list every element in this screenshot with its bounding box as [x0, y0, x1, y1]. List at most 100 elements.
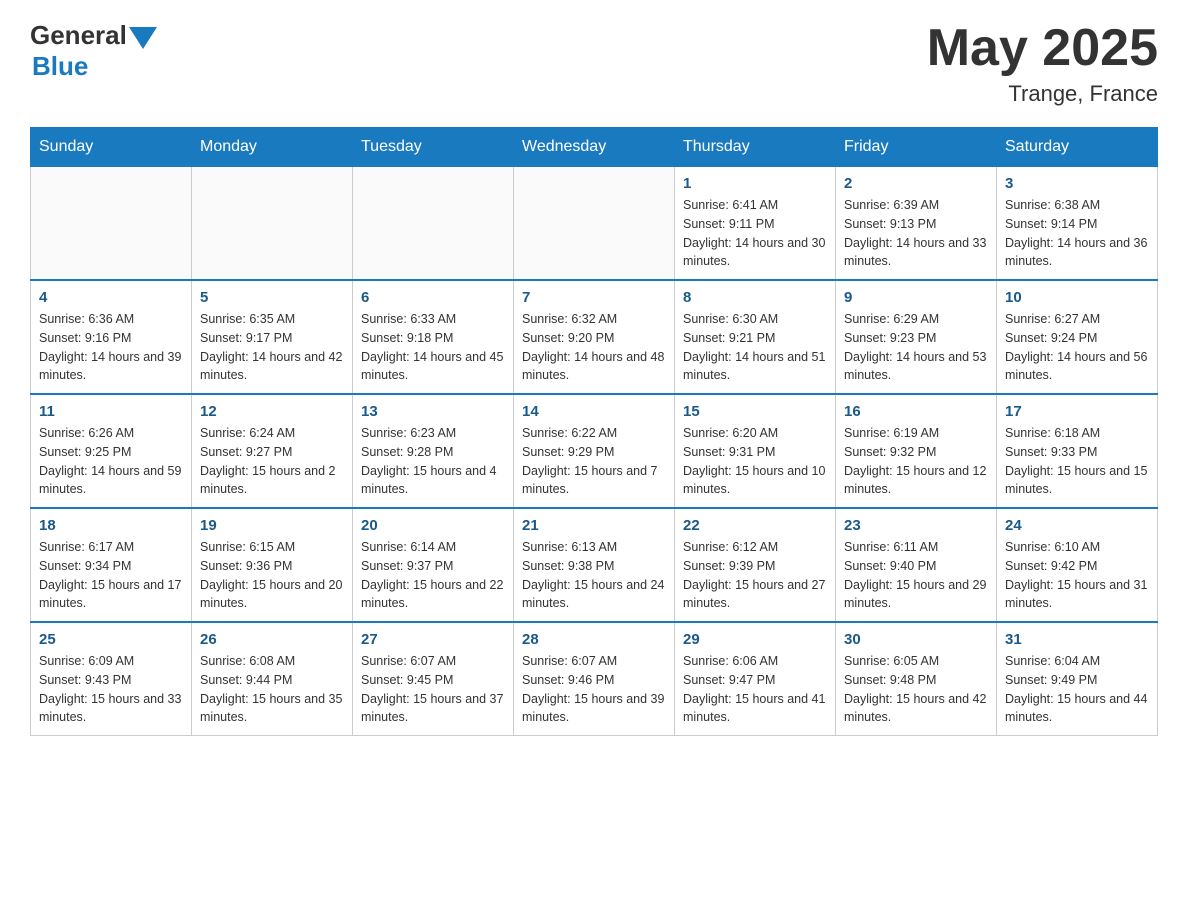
day-info: Sunrise: 6:41 AM Sunset: 9:11 PM Dayligh… — [683, 196, 827, 271]
day-info: Sunrise: 6:24 AM Sunset: 9:27 PM Dayligh… — [200, 424, 344, 499]
calendar-cell: 10 Sunrise: 6:27 AM Sunset: 9:24 PM Dayli… — [997, 280, 1158, 394]
calendar-cell: 27Sunrise: 6:07 AM Sunset: 9:45 PM Dayli… — [353, 622, 514, 736]
calendar-cell: 7 Sunrise: 6:32 AM Sunset: 9:20 PM Daylig… — [514, 280, 675, 394]
day-number: 9 — [844, 289, 988, 306]
day-info: Sunrise: 6:33 AM Sunset: 9:18 PM Dayligh… — [361, 310, 505, 385]
day-info: Sunrise: 6:04 AM Sunset: 9:49 PM Dayligh… — [1005, 652, 1149, 727]
month-year-title: May 2025 — [927, 20, 1158, 77]
title-section: May 2025 Trange, France — [927, 20, 1158, 107]
day-info: Sunrise: 6:17 AM Sunset: 9:34 PM Dayligh… — [39, 538, 183, 613]
day-info: Sunrise: 6:18 AM Sunset: 9:33 PM Dayligh… — [1005, 424, 1149, 499]
day-info: Sunrise: 6:39 AM Sunset: 9:13 PM Dayligh… — [844, 196, 988, 271]
calendar-cell: 22 Sunrise: 6:12 AM Sunset: 9:39 PM Dayli… — [675, 508, 836, 622]
calendar-cell — [192, 167, 353, 281]
day-info: Sunrise: 6:26 AM Sunset: 9:25 PM Dayligh… — [39, 424, 183, 499]
day-info: Sunrise: 6:35 AM Sunset: 9:17 PM Dayligh… — [200, 310, 344, 385]
day-info: Sunrise: 6:13 AM Sunset: 9:38 PM Dayligh… — [522, 538, 666, 613]
calendar-cell: 20 Sunrise: 6:14 AM Sunset: 9:37 PM Dayli… — [353, 508, 514, 622]
day-number: 8 — [683, 289, 827, 306]
day-number: 22 — [683, 517, 827, 534]
logo-triangle-icon — [129, 27, 157, 49]
day-number: 24 — [1005, 517, 1149, 534]
calendar-cell: 11 Sunrise: 6:26 AM Sunset: 9:25 PM Dayli… — [31, 394, 192, 508]
day-number: 29 — [683, 631, 827, 648]
calendar-header-row: SundayMondayTuesdayWednesdayThursdayFrid… — [31, 128, 1158, 167]
day-number: 7 — [522, 289, 666, 306]
calendar-cell: 23Sunrise: 6:11 AM Sunset: 9:40 PM Dayli… — [836, 508, 997, 622]
calendar-cell: 9 Sunrise: 6:29 AM Sunset: 9:23 PM Daylig… — [836, 280, 997, 394]
calendar-cell: 16 Sunrise: 6:19 AM Sunset: 9:32 PM Dayli… — [836, 394, 997, 508]
calendar-cell: 29 Sunrise: 6:06 AM Sunset: 9:47 PM Dayli… — [675, 622, 836, 736]
day-info: Sunrise: 6:23 AM Sunset: 9:28 PM Dayligh… — [361, 424, 505, 499]
day-number: 2 — [844, 175, 988, 192]
day-number: 30 — [844, 631, 988, 648]
day-info: Sunrise: 6:19 AM Sunset: 9:32 PM Dayligh… — [844, 424, 988, 499]
calendar-header-sunday: Sunday — [31, 128, 192, 167]
calendar-week-row: 1 Sunrise: 6:41 AM Sunset: 9:11 PM Daylig… — [31, 167, 1158, 281]
calendar-header-monday: Monday — [192, 128, 353, 167]
calendar-cell: 4Sunrise: 6:36 AM Sunset: 9:16 PM Daylig… — [31, 280, 192, 394]
day-info: Sunrise: 6:14 AM Sunset: 9:37 PM Dayligh… — [361, 538, 505, 613]
calendar-table: SundayMondayTuesdayWednesdayThursdayFrid… — [30, 127, 1158, 736]
day-number: 25 — [39, 631, 183, 648]
day-info: Sunrise: 6:07 AM Sunset: 9:46 PM Dayligh… — [522, 652, 666, 727]
day-info: Sunrise: 6:30 AM Sunset: 9:21 PM Dayligh… — [683, 310, 827, 385]
calendar-header-tuesday: Tuesday — [353, 128, 514, 167]
logo-general-text: General — [30, 20, 127, 51]
day-number: 12 — [200, 403, 344, 420]
day-info: Sunrise: 6:09 AM Sunset: 9:43 PM Dayligh… — [39, 652, 183, 727]
logo: General Blue — [30, 20, 157, 82]
day-number: 31 — [1005, 631, 1149, 648]
day-number: 21 — [522, 517, 666, 534]
calendar-cell: 1 Sunrise: 6:41 AM Sunset: 9:11 PM Daylig… — [675, 167, 836, 281]
location-subtitle: Trange, France — [927, 81, 1158, 107]
day-number: 23 — [844, 517, 988, 534]
day-info: Sunrise: 6:08 AM Sunset: 9:44 PM Dayligh… — [200, 652, 344, 727]
calendar-cell: 14Sunrise: 6:22 AM Sunset: 9:29 PM Dayli… — [514, 394, 675, 508]
calendar-cell: 6Sunrise: 6:33 AM Sunset: 9:18 PM Daylig… — [353, 280, 514, 394]
day-number: 10 — [1005, 289, 1149, 306]
calendar-cell — [353, 167, 514, 281]
day-info: Sunrise: 6:12 AM Sunset: 9:39 PM Dayligh… — [683, 538, 827, 613]
calendar-cell: 8 Sunrise: 6:30 AM Sunset: 9:21 PM Daylig… — [675, 280, 836, 394]
calendar-cell: 24 Sunrise: 6:10 AM Sunset: 9:42 PM Dayli… — [997, 508, 1158, 622]
day-number: 3 — [1005, 175, 1149, 192]
day-number: 19 — [200, 517, 344, 534]
day-info: Sunrise: 6:06 AM Sunset: 9:47 PM Dayligh… — [683, 652, 827, 727]
calendar-cell: 2 Sunrise: 6:39 AM Sunset: 9:13 PM Daylig… — [836, 167, 997, 281]
calendar-week-row: 25 Sunrise: 6:09 AM Sunset: 9:43 PM Dayli… — [31, 622, 1158, 736]
calendar-cell — [31, 167, 192, 281]
day-info: Sunrise: 6:05 AM Sunset: 9:48 PM Dayligh… — [844, 652, 988, 727]
day-info: Sunrise: 6:38 AM Sunset: 9:14 PM Dayligh… — [1005, 196, 1149, 271]
day-info: Sunrise: 6:29 AM Sunset: 9:23 PM Dayligh… — [844, 310, 988, 385]
calendar-cell: 5 Sunrise: 6:35 AM Sunset: 9:17 PM Daylig… — [192, 280, 353, 394]
calendar-cell: 31 Sunrise: 6:04 AM Sunset: 9:49 PM Dayli… — [997, 622, 1158, 736]
calendar-week-row: 11 Sunrise: 6:26 AM Sunset: 9:25 PM Dayli… — [31, 394, 1158, 508]
day-number: 20 — [361, 517, 505, 534]
calendar-week-row: 4Sunrise: 6:36 AM Sunset: 9:16 PM Daylig… — [31, 280, 1158, 394]
day-number: 17 — [1005, 403, 1149, 420]
day-info: Sunrise: 6:22 AM Sunset: 9:29 PM Dayligh… — [522, 424, 666, 499]
day-info: Sunrise: 6:32 AM Sunset: 9:20 PM Dayligh… — [522, 310, 666, 385]
calendar-cell — [514, 167, 675, 281]
calendar-header-wednesday: Wednesday — [514, 128, 675, 167]
day-number: 28 — [522, 631, 666, 648]
logo-top: General — [30, 20, 157, 51]
day-number: 16 — [844, 403, 988, 420]
calendar-cell: 21 Sunrise: 6:13 AM Sunset: 9:38 PM Dayli… — [514, 508, 675, 622]
day-info: Sunrise: 6:20 AM Sunset: 9:31 PM Dayligh… — [683, 424, 827, 499]
calendar-cell: 13Sunrise: 6:23 AM Sunset: 9:28 PM Dayli… — [353, 394, 514, 508]
calendar-cell: 30 Sunrise: 6:05 AM Sunset: 9:48 PM Dayli… — [836, 622, 997, 736]
calendar-cell: 26 Sunrise: 6:08 AM Sunset: 9:44 PM Dayli… — [192, 622, 353, 736]
day-info: Sunrise: 6:27 AM Sunset: 9:24 PM Dayligh… — [1005, 310, 1149, 385]
day-number: 26 — [200, 631, 344, 648]
calendar-cell: 3 Sunrise: 6:38 AM Sunset: 9:14 PM Daylig… — [997, 167, 1158, 281]
calendar-cell: 19 Sunrise: 6:15 AM Sunset: 9:36 PM Dayli… — [192, 508, 353, 622]
day-number: 1 — [683, 175, 827, 192]
day-number: 11 — [39, 403, 183, 420]
day-info: Sunrise: 6:15 AM Sunset: 9:36 PM Dayligh… — [200, 538, 344, 613]
day-number: 5 — [200, 289, 344, 306]
calendar-cell: 15Sunrise: 6:20 AM Sunset: 9:31 PM Dayli… — [675, 394, 836, 508]
day-info: Sunrise: 6:10 AM Sunset: 9:42 PM Dayligh… — [1005, 538, 1149, 613]
calendar-cell: 12 Sunrise: 6:24 AM Sunset: 9:27 PM Dayli… — [192, 394, 353, 508]
